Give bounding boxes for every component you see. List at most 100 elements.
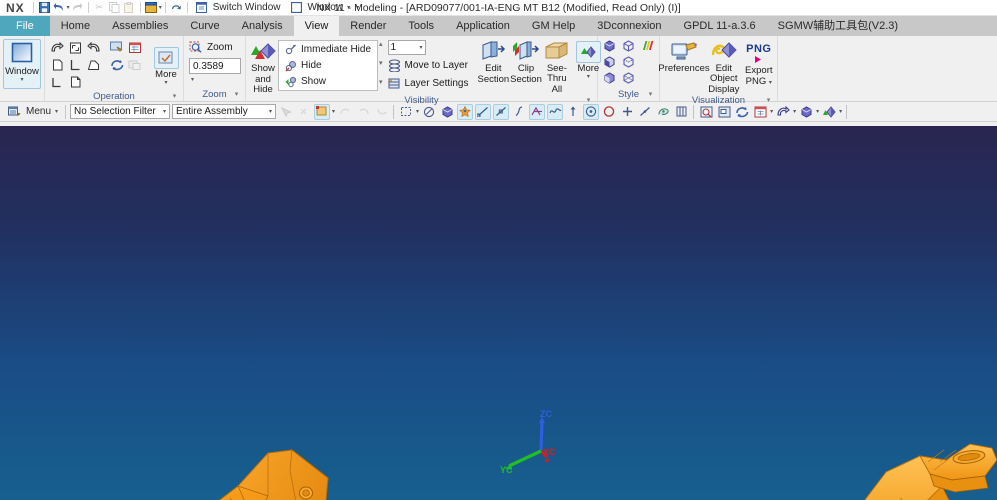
chevron-down-icon[interactable]: ▾ <box>20 77 23 83</box>
isometric-view-icon[interactable] <box>84 56 102 73</box>
static-wireframe-icon[interactable] <box>619 54 638 70</box>
shaded-with-edges-icon[interactable] <box>600 38 619 54</box>
rotate-view-toolbar-icon[interactable] <box>775 104 791 120</box>
visualization-dialog-launcher-icon[interactable]: ▾ <box>765 97 772 104</box>
tab-analysis[interactable]: Analysis <box>231 16 294 36</box>
export-png-button[interactable]: PNG Export PNG ▾ <box>744 39 774 87</box>
snap-existing-point-icon[interactable] <box>619 104 635 120</box>
operation-more-button[interactable]: More ▾ <box>149 45 183 86</box>
operation-dialog-launcher-icon[interactable]: ▾ <box>171 93 178 100</box>
render-style-toolbar-icon[interactable] <box>798 104 814 120</box>
zoom-command[interactable]: Zoom <box>189 39 233 55</box>
preferences-button[interactable]: Preferences <box>658 39 710 74</box>
redo-icon[interactable] <box>70 1 85 15</box>
rotate-view-dropdown-icon[interactable]: ▾ <box>793 109 796 115</box>
save-icon[interactable] <box>37 1 52 15</box>
set-view-icon[interactable] <box>108 39 126 56</box>
visibility-dialog-launcher-icon[interactable]: ▾ <box>585 97 592 104</box>
cut-icon[interactable]: ✂ <box>92 1 107 15</box>
menu-button[interactable]: Menu ▾ <box>3 105 61 119</box>
view-orientation-dropdown-icon[interactable]: ▾ <box>770 109 773 115</box>
tab-file[interactable]: File <box>0 16 50 36</box>
select-face-dropdown-icon[interactable]: ▾ <box>332 109 335 115</box>
face-analysis-icon[interactable] <box>600 70 619 86</box>
tab-tools[interactable]: Tools <box>397 16 445 36</box>
tab-render[interactable]: Render <box>339 16 397 36</box>
faceted-wireframe-icon[interactable] <box>619 70 638 86</box>
chevron-down-icon[interactable]: ▾ <box>164 80 167 86</box>
layer-settings-button[interactable]: Layer Settings <box>388 75 468 91</box>
refresh-icon[interactable] <box>169 1 184 15</box>
chevron-down-icon[interactable]: ▾ <box>347 5 350 11</box>
scroll-up-icon[interactable]: ▴ <box>379 40 383 48</box>
rotate-view-icon[interactable] <box>48 39 66 56</box>
studio-style-icon[interactable] <box>638 38 657 54</box>
deselect-icon[interactable] <box>337 104 353 120</box>
refresh-view-icon[interactable] <box>108 56 126 73</box>
zoom-dialog-launcher-icon[interactable]: ▾ <box>233 91 240 98</box>
render-style-dropdown-icon[interactable]: ▾ <box>816 109 819 115</box>
scroll-down-icon[interactable]: ▾ <box>379 59 383 67</box>
chevron-down-icon[interactable]: ▾ <box>420 45 423 51</box>
expand-gallery-icon[interactable]: ▾ <box>379 78 383 86</box>
show-hide-toolbar-icon[interactable] <box>821 104 837 120</box>
tab-home[interactable]: Home <box>50 16 101 36</box>
paste-icon[interactable] <box>122 1 137 15</box>
right-bracket-part[interactable] <box>568 443 997 500</box>
tab-sgmw-toolkit[interactable]: SGMW辅助工具包(V2.3) <box>767 16 909 36</box>
show-item[interactable]: Show <box>281 74 375 89</box>
chevron-down-icon[interactable]: ▾ <box>55 109 58 115</box>
switch-window-button[interactable]: Switch Window <box>191 1 286 15</box>
rotate-view-alt-icon[interactable] <box>84 39 102 56</box>
window-menu-button[interactable]: Window ▾ <box>286 1 354 15</box>
reselect-icon[interactable] <box>355 104 371 120</box>
tab-application[interactable]: Application <box>445 16 521 36</box>
snap-circle-icon[interactable] <box>601 104 617 120</box>
tab-gpdl[interactable]: GPDL 11-a.3.6 <box>673 16 767 36</box>
window-button[interactable]: Window ▾ <box>3 39 41 89</box>
fit-view-icon[interactable] <box>66 39 84 56</box>
restore-view-icon[interactable] <box>126 56 144 73</box>
zoom-overflow-icon[interactable]: ▾ <box>189 77 194 83</box>
select-feature-icon[interactable] <box>296 104 312 120</box>
select-back-icon[interactable] <box>373 104 389 120</box>
left-bracket-part[interactable] <box>78 449 329 500</box>
hide-item[interactable]: Hide <box>281 58 375 73</box>
immediate-hide-item[interactable]: Immediate Hide <box>281 42 375 57</box>
snap-point-on-curve-icon[interactable] <box>637 104 653 120</box>
chevron-down-icon[interactable]: ▾ <box>163 109 166 115</box>
window-layout-icon[interactable] <box>144 1 159 15</box>
undo-icon[interactable] <box>52 1 67 15</box>
tab-assemblies[interactable]: Assemblies <box>101 16 179 36</box>
wireframe-with-edges-icon[interactable] <box>619 38 638 54</box>
graphics-viewport[interactable]: ZC XC YC <box>0 126 997 500</box>
qat-overflow-icon[interactable]: ▾ <box>356 5 359 11</box>
chevron-down-icon[interactable]: ▾ <box>587 74 590 80</box>
select-general-objects-icon[interactable] <box>278 104 294 120</box>
zoom-value-input[interactable]: 0.3589 <box>189 58 241 74</box>
style-dialog-launcher-icon[interactable]: ▾ <box>647 91 654 98</box>
tab-gm-help[interactable]: GM Help <box>521 16 586 36</box>
tab-3dconnexion[interactable]: 3Dconnexion <box>586 16 672 36</box>
tab-curve[interactable]: Curve <box>179 16 230 36</box>
top-view-icon[interactable] <box>66 73 84 90</box>
chevron-down-icon[interactable]: ▾ <box>769 80 772 86</box>
copy-icon[interactable] <box>107 1 122 15</box>
selection-filter-dropdown[interactable]: No Selection Filter ▾ <box>70 104 171 119</box>
work-layer-combo[interactable]: 1 ▾ <box>387 40 426 55</box>
front-view-icon[interactable] <box>48 56 66 73</box>
left-view-icon[interactable] <box>66 56 84 73</box>
edit-section-button[interactable]: Edit Section <box>477 39 509 85</box>
show-hide-dropdown-icon[interactable]: ▾ <box>839 109 842 115</box>
bottom-view-icon[interactable] <box>48 73 66 90</box>
move-to-layer-button[interactable]: Move to Layer <box>388 57 469 73</box>
show-and-hide-button[interactable]: Show and Hide <box>249 39 277 95</box>
partially-shaded-icon[interactable] <box>600 54 619 70</box>
tab-view[interactable]: View <box>293 16 340 36</box>
see-thru-all-button[interactable]: See-Thru All <box>543 39 571 95</box>
chevron-down-icon[interactable]: ▾ <box>269 109 272 115</box>
window-layout-dropdown-icon[interactable]: ▾ <box>159 5 162 11</box>
rectangle-selection-dropdown-icon[interactable]: ▾ <box>416 109 419 115</box>
clip-section-button[interactable]: Clip Section <box>510 39 542 85</box>
window-zoom-icon[interactable] <box>126 39 144 56</box>
